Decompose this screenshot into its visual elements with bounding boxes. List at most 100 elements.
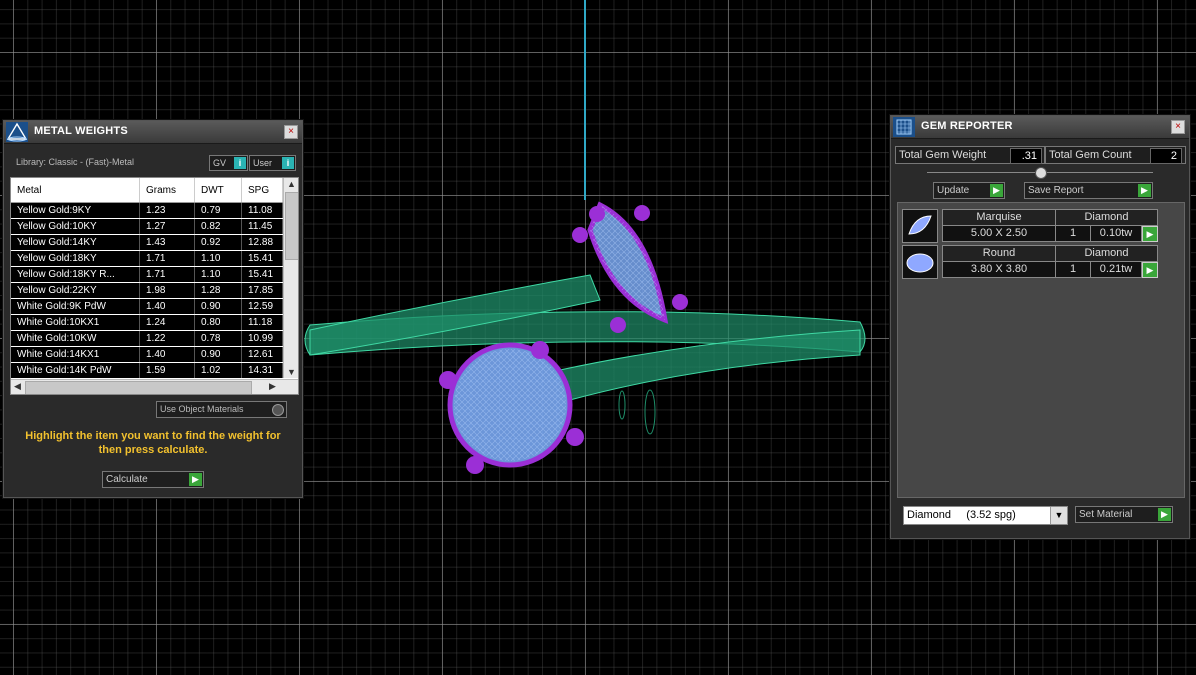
cell-grams: 1.59 [139,362,195,379]
gem-grid-icon [893,117,915,137]
column-header-metal[interactable]: Metal [11,178,140,203]
cell-grams: 1.24 [139,314,195,331]
total-gem-count-value: 2 [1150,148,1182,164]
cell-spg: 12.88 [241,234,283,251]
cell-metal: White Gold:14K PdW [11,362,140,379]
metal-weights-panel: METAL WEIGHTS × Library: Classic - (Fast… [3,120,303,498]
cell-spg: 14.31 [241,362,283,379]
play-arrow-icon: ▶ [990,184,1003,197]
use-object-materials-dropdown[interactable]: Use Object Materials [156,401,287,418]
user-toggle[interactable]: User i [249,155,296,171]
use-object-materials-label: Use Object Materials [160,404,244,414]
play-arrow-icon: ▶ [1138,184,1151,197]
gem-material: Diamond [1055,245,1158,262]
cell-dwt: 0.80 [194,314,242,331]
play-arrow-icon[interactable]: ▶ [1142,262,1158,278]
gem-weight: 0.21tw [1090,261,1142,278]
cell-grams: 1.71 [139,250,195,267]
cell-spg: 15.41 [241,266,283,283]
scroll-right-icon[interactable]: ▶ [269,381,276,392]
cell-metal: Yellow Gold:18KY R... [11,266,140,283]
set-material-label: Set Material [1079,509,1133,520]
cell-dwt: 0.90 [194,298,242,315]
horizontal-scrollbar[interactable]: ◀ ▶ [11,379,298,394]
scroll-up-icon[interactable]: ▲ [287,179,296,189]
scroll-thumb[interactable] [285,192,298,260]
cell-grams: 1.40 [139,346,195,363]
table-row[interactable]: Yellow Gold:18KY R... 1.71 1.10 15.41 [11,266,283,283]
gem-list[interactable]: Marquise Diamond 5.00 X 2.50 1 0.10tw ▶ … [897,202,1185,498]
save-report-button[interactable]: Save Report ▶ [1024,182,1153,199]
cell-dwt: 1.28 [194,282,242,299]
cell-grams: 1.43 [139,234,195,251]
cell-spg: 11.18 [241,314,283,331]
cell-metal: White Gold:10KW [11,330,140,347]
gem-count: 1 [1055,225,1091,242]
set-material-button[interactable]: Set Material ▶ [1075,506,1173,523]
cell-spg: 12.61 [241,346,283,363]
metal-table-container[interactable]: Metal Grams DWT SPG Yellow Gold:9KY 1.23 0… [10,177,299,395]
cell-metal: White Gold:10KX1 [11,314,140,331]
ring-loop-small [618,390,626,420]
library-label: Library: Classic - (Fast)-Metal [16,157,135,167]
gv-label: GV [213,158,227,168]
gem-row[interactable]: Round Diamond 3.80 X 3.80 1 0.21tw ▶ [902,245,1182,279]
table-row[interactable]: Yellow Gold:18KY 1.71 1.10 15.41 [11,250,283,267]
table-row[interactable]: Yellow Gold:14KY 1.43 0.92 12.88 [11,234,283,251]
table-row[interactable]: White Gold:9K PdW 1.40 0.90 12.59 [11,298,283,315]
cell-spg: 11.08 [241,202,283,219]
table-row[interactable]: Yellow Gold:10KY 1.27 0.82 11.45 [11,218,283,235]
play-arrow-icon[interactable]: ▶ [1142,226,1158,242]
cell-dwt: 0.92 [194,234,242,251]
material-select[interactable]: Diamond (3.52 spg) ▼ [903,506,1068,525]
chevron-down-icon: ▼ [1050,507,1067,524]
cell-spg: 15.41 [241,250,283,267]
gem-size: 5.00 X 2.50 [942,225,1056,242]
cell-metal: Yellow Gold:22KY [11,282,140,299]
cell-spg: 17.85 [241,282,283,299]
total-gem-count-label: Total Gem Count [1049,149,1132,161]
update-button[interactable]: Update ▶ [933,182,1005,199]
cell-grams: 1.22 [139,330,195,347]
gem-material: Diamond [1055,209,1158,226]
close-icon[interactable]: × [1171,120,1185,134]
material-select-value: Diamond (3.52 spg) [907,509,1016,521]
gv-toggle[interactable]: GV i [209,155,248,171]
table-row[interactable]: White Gold:10KW 1.22 0.78 10.99 [11,330,283,347]
metal-weights-title: METAL WEIGHTS [34,125,128,137]
info-icon: i [234,157,246,169]
cell-dwt: 0.78 [194,330,242,347]
table-row[interactable]: Yellow Gold:22KY 1.98 1.28 17.85 [11,282,283,299]
calculate-button[interactable]: Calculate ▶ [102,471,204,488]
ring-loop [644,389,656,435]
table-row[interactable]: White Gold:14KX1 1.40 0.90 12.61 [11,346,283,363]
gem-reporter-titlebar[interactable]: GEM REPORTER × [891,116,1189,139]
column-header-dwt[interactable]: DWT [194,178,242,203]
scroll-left-icon[interactable]: ◀ [14,381,21,392]
table-header-row: Metal Grams DWT SPG [11,178,283,203]
table-row[interactable]: White Gold:14K PdW 1.59 1.02 14.31 [11,362,283,379]
column-header-grams[interactable]: Grams [139,178,195,203]
close-icon[interactable]: × [284,125,298,139]
cell-dwt: 1.10 [194,266,242,283]
cell-metal: Yellow Gold:18KY [11,250,140,267]
play-arrow-icon: ▶ [189,473,202,486]
slider-thumb[interactable] [1035,167,1047,179]
gem-count: 1 [1055,261,1091,278]
info-icon: i [282,157,294,169]
gem-shape: Marquise [942,209,1056,226]
table-row[interactable]: Yellow Gold:9KY 1.23 0.79 11.08 [11,202,283,219]
gem-row[interactable]: Marquise Diamond 5.00 X 2.50 1 0.10tw ▶ [902,209,1182,243]
calculate-hint: Highlight the item you want to find the … [25,430,281,456]
user-label: User [253,158,273,168]
metal-weights-titlebar[interactable]: METAL WEIGHTS × [4,121,302,144]
vertical-scrollbar[interactable]: ▲ ▼ [283,178,298,378]
table-row[interactable]: White Gold:10KX1 1.24 0.80 11.18 [11,314,283,331]
scroll-thumb[interactable] [25,381,252,394]
update-label: Update [937,185,970,196]
calculate-label: Calculate [106,474,148,485]
column-header-spg[interactable]: SPG [241,178,283,203]
scroll-down-icon[interactable]: ▼ [287,367,296,377]
cell-metal: White Gold:9K PdW [11,298,140,315]
cell-grams: 1.71 [139,266,195,283]
